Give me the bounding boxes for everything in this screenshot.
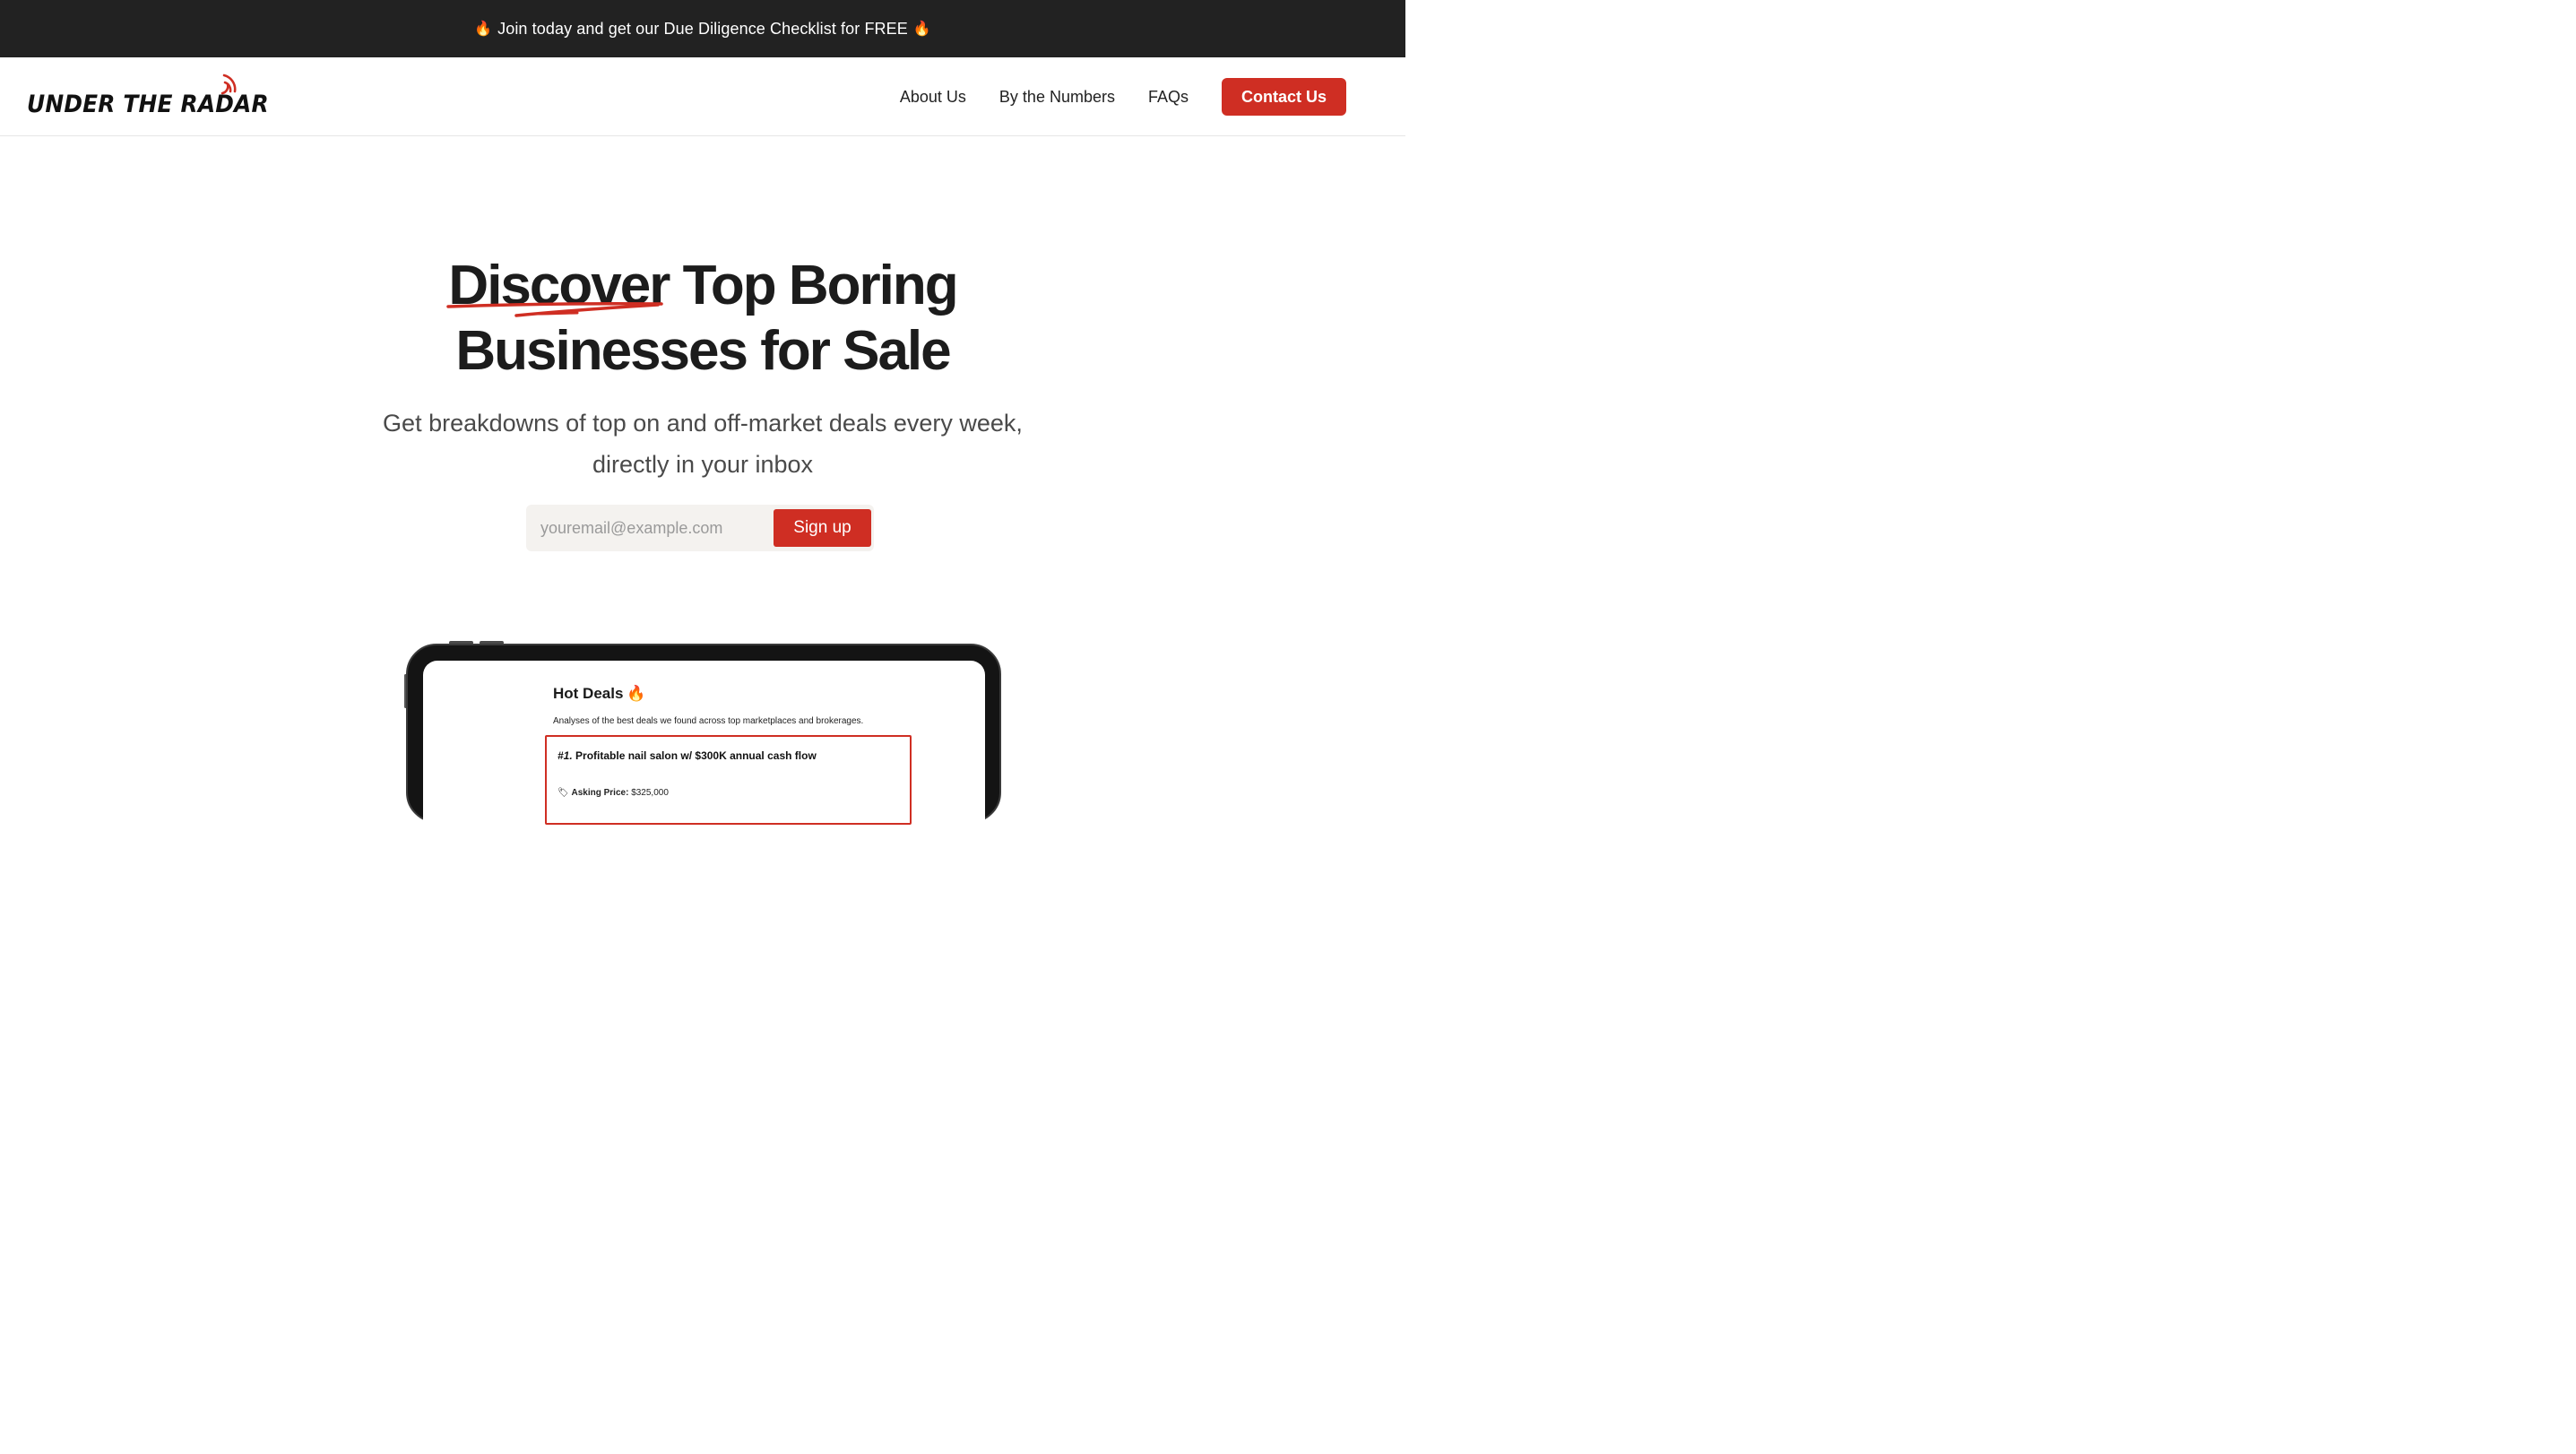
deal-rank: #1. (558, 749, 573, 762)
navbar: UNDER THE RADAR About Us By the Numbers … (0, 57, 1405, 136)
signup-form: Sign up (526, 505, 874, 551)
hero-subtitle: Get breakdowns of top on and off-market … (0, 402, 1405, 485)
scribble-underline-icon (446, 301, 664, 317)
deal-title: #1. Profitable nail salon w/ $300K annua… (558, 749, 817, 762)
logo[interactable]: UNDER THE RADAR (27, 74, 290, 117)
deal-title-text: Profitable nail salon w/ $300K annual ca… (575, 749, 817, 762)
email-input[interactable] (526, 505, 774, 551)
hero-title-rest: Top Boring (669, 255, 959, 316)
deal-card[interactable]: #1. Profitable nail salon w/ $300K annua… (545, 735, 912, 825)
sign-up-button[interactable]: Sign up (774, 509, 871, 547)
nav-link-about-us[interactable]: About Us (900, 88, 966, 107)
hero-title-line2: Businesses for Sale (455, 320, 951, 382)
preview-subtitle: Analyses of the best deals we found acro… (553, 716, 864, 726)
nav-links: About Us By the Numbers FAQs Contact Us (900, 78, 1346, 116)
fire-icon: 🔥 (627, 685, 646, 702)
fire-icon: 🔥 (912, 22, 931, 37)
preview-title: Hot Deals 🔥 (553, 685, 646, 703)
hero-subtitle-line2: directly in your inbox (592, 451, 814, 478)
deal-price: 🏷 Asking Price: $325,000 (558, 788, 669, 798)
nav-link-faqs[interactable]: FAQs (1148, 88, 1189, 107)
tag-icon: 🏷 (558, 788, 569, 798)
hero-subtitle-line1: Get breakdowns of top on and off-market … (383, 410, 1023, 437)
radar-signal-icon (220, 74, 237, 95)
hero-title-highlight: Discover (446, 253, 670, 318)
fire-icon: 🔥 (474, 22, 493, 37)
hero-title: Discover Top Boring Businesses for Sale (0, 253, 1405, 384)
deal-price-label: Asking Price: (571, 788, 629, 798)
promo-text: Join today and get our Due Diligence Che… (497, 19, 908, 38)
preview-title-text: Hot Deals (553, 685, 624, 702)
contact-us-button[interactable]: Contact Us (1222, 78, 1346, 116)
nav-link-by-the-numbers[interactable]: By the Numbers (999, 88, 1115, 107)
deal-price-value: $325,000 (631, 788, 669, 798)
promo-banner: 🔥 Join today and get our Due Diligence C… (0, 0, 1405, 57)
